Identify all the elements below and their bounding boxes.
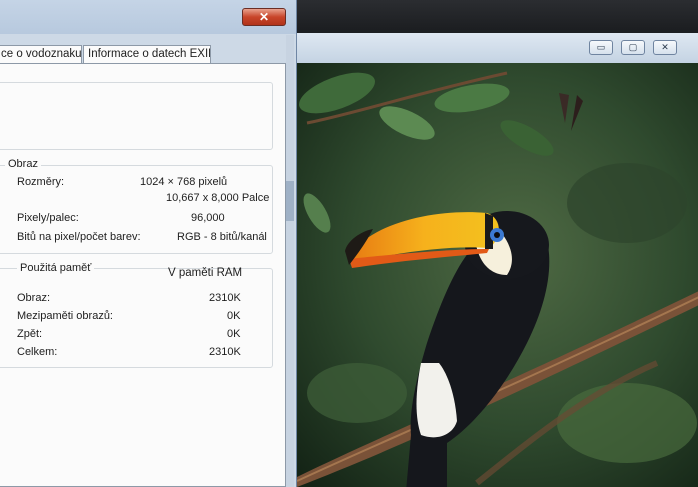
info-group: [0, 82, 273, 150]
memory-row-label: Zpět:: [17, 328, 43, 340]
tab-exif[interactable]: Informace o datech EXIF: [83, 45, 211, 64]
close-icon: ✕: [258, 10, 270, 24]
memory-row-value: 2310K: [209, 346, 241, 358]
image-window: ▭ ▢ ✕: [288, 33, 698, 487]
image-close-button[interactable]: ✕: [653, 40, 677, 55]
memory-row-label: Celkem:: [17, 346, 58, 358]
ppi-label: Pixely/palec:: [17, 212, 79, 224]
memory-row-label: Mezipaměti obrazů:: [17, 310, 113, 322]
bits-value: RGB - 8 bitů/kanál: [177, 231, 267, 243]
minimize-icon: ▭: [596, 42, 606, 52]
dialog-scrollbar[interactable]: [286, 35, 294, 487]
image-canvas[interactable]: [297, 63, 698, 487]
bits-label: Bitů na pixel/počet barev:: [17, 231, 141, 243]
tab-label: ce o vodoznaku: [1, 48, 82, 60]
dimensions-inches: 10,667 x 8,000 Palce: [166, 192, 270, 204]
ppi-value: 96,000: [191, 212, 225, 224]
image-group-title: Obraz: [5, 158, 41, 170]
close-icon: ✕: [661, 42, 669, 52]
tab-label: Informace o datech EXIF: [88, 48, 211, 60]
scrollbar-thumb[interactable]: [286, 181, 294, 221]
memory-group-title: Použitá paměť: [17, 262, 95, 274]
minimize-button[interactable]: ▭: [589, 40, 613, 55]
maximize-button[interactable]: ▢: [621, 40, 645, 55]
memory-row-label: Obraz:: [17, 292, 51, 304]
memory-row-value: 0K: [227, 328, 241, 340]
tab-panel: Obraz Rozměry: 1024 × 768 pixelů 10,667 …: [0, 63, 286, 487]
dimensions-label: Rozměry:: [17, 176, 65, 188]
tab-watermark[interactable]: ce o vodoznaku: [0, 45, 82, 64]
dimensions-pixels: 1024 × 768 pixelů: [140, 176, 228, 188]
memory-row-value: 2310K: [209, 292, 241, 304]
properties-dialog: ✕ ce o vodoznaku Informace o datech EXIF…: [0, 0, 297, 487]
memory-row-value: 0K: [227, 310, 241, 322]
maximize-icon: ▢: [628, 42, 638, 52]
dialog-close-button[interactable]: ✕: [242, 8, 286, 26]
ram-column-header: V paměti RAM: [168, 267, 243, 279]
toucan-photo-icon: [297, 63, 698, 487]
